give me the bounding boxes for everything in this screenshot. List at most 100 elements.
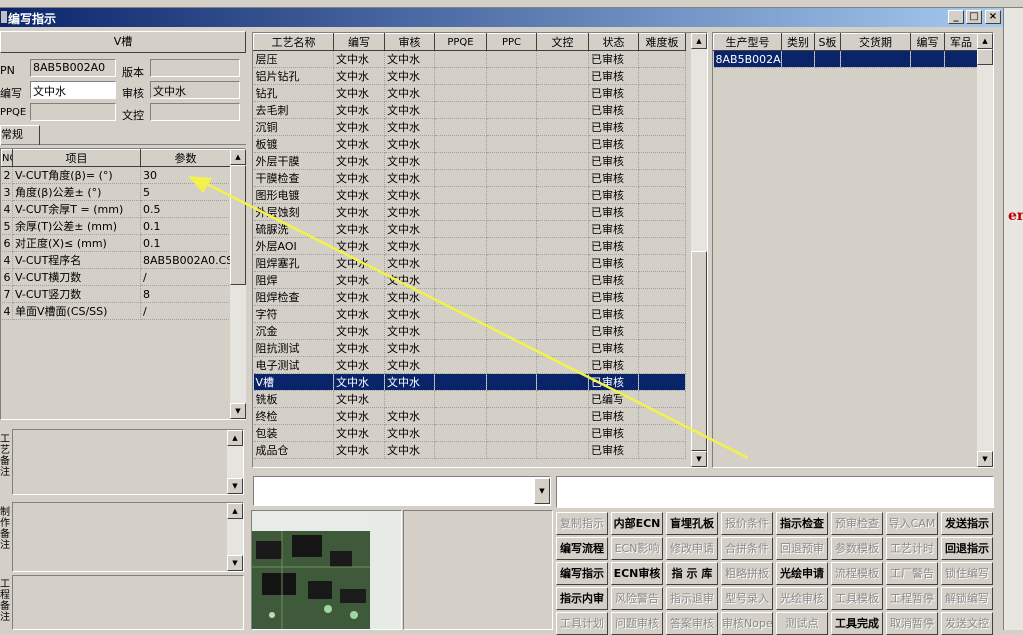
param-no-cell[interactable]: 4 xyxy=(1,251,13,269)
process-cell-ppc[interactable] xyxy=(486,373,537,391)
process-cell-dc[interactable] xyxy=(536,237,589,255)
header-difficulty[interactable]: 难度板 xyxy=(638,33,686,51)
scroll-thumb[interactable] xyxy=(691,251,707,451)
process-cell-reviewer[interactable] xyxy=(384,390,435,408)
process-cell-status[interactable]: 已审核 xyxy=(588,186,639,204)
process-cell-reviewer[interactable]: 文中水 xyxy=(384,50,435,68)
process-note-memo[interactable]: ▲ ▼ xyxy=(12,429,244,495)
header-s-board[interactable]: S板 xyxy=(814,33,841,51)
process-cell-ppc[interactable] xyxy=(486,152,537,170)
process-row[interactable]: 硫脲洗 文中水 文中水 已审核 xyxy=(253,220,686,238)
process-cell-ppqe[interactable] xyxy=(434,118,487,136)
process-cell-diff[interactable] xyxy=(638,67,686,85)
param-row[interactable]: 6 对正度(X)≤ (mm) 0.1 xyxy=(1,234,231,252)
process-cell-status[interactable]: 已审核 xyxy=(588,441,639,459)
process-cell-dc[interactable] xyxy=(536,50,589,68)
scroll-up-icon[interactable]: ▲ xyxy=(691,33,707,49)
process-cell-writer[interactable]: 文中水 xyxy=(333,50,385,68)
action-button-0-6[interactable]: 导入CAM xyxy=(886,512,938,535)
memo1-scrollbar[interactable]: ▲ ▼ xyxy=(227,430,243,494)
action-button-4-6[interactable]: 取消暂停 xyxy=(886,612,938,635)
action-button-0-3[interactable]: 报价条件 xyxy=(721,512,773,535)
process-cell-writer[interactable]: 文中水 xyxy=(333,441,385,459)
process-row[interactable]: 图形电镀 文中水 文中水 已审核 xyxy=(253,186,686,204)
header-reviewer[interactable]: 审核 xyxy=(384,33,435,51)
process-row[interactable]: 外层AOI 文中水 文中水 已审核 xyxy=(253,237,686,255)
process-cell-diff[interactable] xyxy=(638,118,686,136)
param-row[interactable]: 6 V-CUT横刀数 / xyxy=(1,268,231,286)
header-ppc[interactable]: PPC xyxy=(486,33,537,51)
process-cell-ppc[interactable] xyxy=(486,84,537,102)
process-cell-writer[interactable]: 文中水 xyxy=(333,152,385,170)
process-cell-ppqe[interactable] xyxy=(434,254,487,272)
process-cell-dc[interactable] xyxy=(536,373,589,391)
process-cell-status[interactable]: 已审核 xyxy=(588,67,639,85)
process-cell-reviewer[interactable]: 文中水 xyxy=(384,169,435,187)
process-cell-writer[interactable]: 文中水 xyxy=(333,84,385,102)
action-button-1-3[interactable]: 合拼条件 xyxy=(721,537,773,560)
process-cell-status[interactable]: 已编写 xyxy=(588,390,639,408)
process-cell-status[interactable]: 已审核 xyxy=(588,288,639,306)
order-cell-s[interactable] xyxy=(814,50,841,68)
process-cell-diff[interactable] xyxy=(638,254,686,272)
scroll-up-icon[interactable]: ▲ xyxy=(227,503,243,519)
process-cell-ppc[interactable] xyxy=(486,424,537,442)
process-row[interactable]: 外层干膜 文中水 文中水 已审核 xyxy=(253,152,686,170)
process-cell-ppqe[interactable] xyxy=(434,288,487,306)
action-button-3-2[interactable]: 指示退审 xyxy=(666,587,718,610)
process-cell-reviewer[interactable]: 文中水 xyxy=(384,220,435,238)
process-cell-dc[interactable] xyxy=(536,271,589,289)
action-button-4-2[interactable]: 答案审核 xyxy=(666,612,718,635)
action-button-1-6[interactable]: 工艺计时 xyxy=(886,537,938,560)
minimize-button[interactable]: _ xyxy=(948,10,964,24)
process-cell-reviewer[interactable]: 文中水 xyxy=(384,322,435,340)
process-cell-status[interactable]: 已审核 xyxy=(588,424,639,442)
process-cell-writer[interactable]: 文中水 xyxy=(333,67,385,85)
process-cell-writer[interactable]: 文中水 xyxy=(333,305,385,323)
production-note-memo[interactable]: ▲ ▼ xyxy=(12,502,244,572)
process-cell-dc[interactable] xyxy=(536,118,589,136)
process-cell-ppc[interactable] xyxy=(486,407,537,425)
process-cell-status[interactable]: 已审核 xyxy=(588,237,639,255)
process-cell-writer[interactable]: 文中水 xyxy=(333,186,385,204)
process-row[interactable]: 包装 文中水 文中水 已审核 xyxy=(253,424,686,442)
process-cell-reviewer[interactable]: 文中水 xyxy=(384,373,435,391)
process-cell-dc[interactable] xyxy=(536,152,589,170)
process-cell-dc[interactable] xyxy=(536,203,589,221)
process-row[interactable]: 阻焊检查 文中水 文中水 已审核 xyxy=(253,288,686,306)
comment-input[interactable] xyxy=(556,476,994,508)
process-cell-name[interactable]: 干膜检查 xyxy=(253,169,334,187)
process-cell-writer[interactable]: 文中水 xyxy=(333,322,385,340)
action-button-0-2[interactable]: 盲埋孔板 xyxy=(666,512,718,535)
param-no-cell[interactable]: 6 xyxy=(1,268,13,286)
order-row[interactable]: 8AB5B002A0 xyxy=(713,50,978,68)
param-item-cell[interactable]: 余厚(T)公差± (mm) xyxy=(12,217,141,235)
process-cell-reviewer[interactable]: 文中水 xyxy=(384,118,435,136)
scroll-up-icon[interactable]: ▲ xyxy=(230,149,246,165)
action-button-3-3[interactable]: 型号录入 xyxy=(721,587,773,610)
process-cell-ppqe[interactable] xyxy=(434,305,487,323)
action-button-2-2[interactable]: 指 示 库 xyxy=(666,562,718,585)
memo2-scrollbar[interactable]: ▲ ▼ xyxy=(227,503,243,571)
header-ppqe[interactable]: PPQE xyxy=(434,33,487,51)
process-scrollbar[interactable]: ▲ ▼ xyxy=(691,33,707,467)
process-cell-status[interactable]: 已审核 xyxy=(588,118,639,136)
process-cell-dc[interactable] xyxy=(536,169,589,187)
scroll-up-icon[interactable]: ▲ xyxy=(977,33,993,49)
process-cell-reviewer[interactable]: 文中水 xyxy=(384,339,435,357)
process-cell-dc[interactable] xyxy=(536,254,589,272)
order-cell-cat[interactable] xyxy=(781,50,815,68)
process-cell-status[interactable]: 已审核 xyxy=(588,305,639,323)
process-cell-ppc[interactable] xyxy=(486,118,537,136)
param-value-cell[interactable]: 0.1 xyxy=(140,217,231,235)
process-row[interactable]: V槽 文中水 文中水 已审核 xyxy=(253,373,686,391)
process-cell-ppc[interactable] xyxy=(486,305,537,323)
param-no-cell[interactable]: 7 xyxy=(1,285,13,303)
process-row[interactable]: 板镀 文中水 文中水 已审核 xyxy=(253,135,686,153)
process-cell-reviewer[interactable]: 文中水 xyxy=(384,67,435,85)
param-header-no[interactable]: NO xyxy=(1,149,13,167)
param-no-cell[interactable]: 4 xyxy=(1,200,13,218)
tab-general[interactable]: 常规 xyxy=(0,125,40,145)
process-row[interactable]: 干膜检查 文中水 文中水 已审核 xyxy=(253,169,686,187)
process-cell-name[interactable]: 沉金 xyxy=(253,322,334,340)
